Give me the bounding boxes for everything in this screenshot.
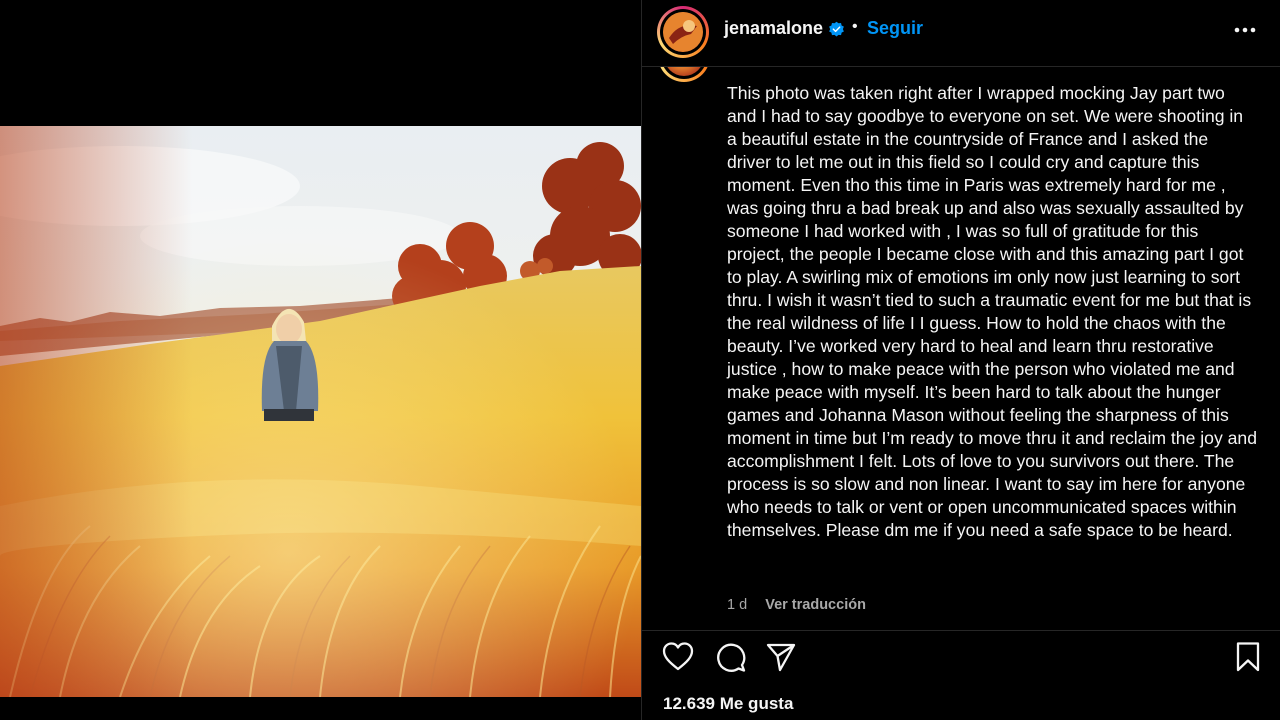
separator-dot: • (852, 18, 858, 35)
post-media (0, 0, 641, 720)
post-meta: 1 d Ver traducción (727, 597, 866, 613)
field-photo-image (0, 126, 641, 697)
post-time[interactable]: 1 d (727, 597, 747, 613)
post-caption: This photo was taken right after I wrapp… (727, 83, 1258, 540)
more-options-icon[interactable] (1232, 20, 1258, 40)
bookmark-icon[interactable] (1231, 640, 1265, 674)
action-bar (642, 640, 1280, 676)
follow-button[interactable]: Seguir (867, 18, 923, 39)
post-header: jenamalone • Seguir (642, 0, 1280, 67)
heart-icon[interactable] (661, 640, 695, 674)
verified-badge-icon (828, 21, 845, 38)
send-icon[interactable] (764, 640, 798, 674)
likes-count[interactable]: 12.639 Me gusta (663, 694, 793, 714)
avatar[interactable] (657, 6, 709, 58)
post-details-panel: jenamalone • Seguir This photo was taken… (641, 0, 1280, 720)
post-photo[interactable] (0, 126, 641, 697)
translate-link[interactable]: Ver traducción (765, 597, 866, 613)
comment-icon[interactable] (713, 640, 747, 674)
username[interactable]: jenamalone (724, 18, 823, 39)
divider (642, 630, 1280, 631)
